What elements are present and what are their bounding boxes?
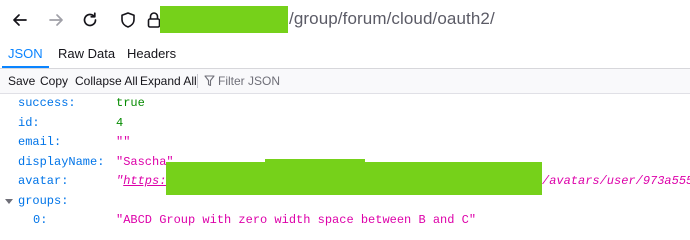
browser-toolbar: /group/forum/cloud/oauth2/ [0, 0, 690, 40]
tab-headers[interactable]: Headers [127, 40, 176, 67]
json-key: displayName: [18, 154, 105, 169]
json-value: 4 [116, 115, 124, 130]
filter-json-input[interactable] [218, 72, 418, 90]
avatar-link[interactable]: "https: [116, 172, 166, 192]
collapse-all-button[interactable]: Collapse All [75, 69, 138, 93]
json-key: email: [18, 135, 62, 149]
json-key: 0: [33, 213, 48, 227]
save-button[interactable]: Save [8, 69, 35, 93]
tab-json[interactable]: JSON [2, 40, 49, 68]
url-bar[interactable]: /group/forum/cloud/oauth2/ [160, 5, 495, 33]
toolbar-divider [197, 74, 198, 88]
url-path: /group/forum/cloud/oauth2/ [289, 9, 495, 28]
json-key: success: [18, 96, 76, 110]
expand-all-button[interactable]: Expand All [140, 69, 197, 93]
json-value: "" [116, 135, 131, 149]
copy-button[interactable]: Copy [40, 69, 68, 93]
json-value-scheme: https: [123, 174, 167, 188]
json-value: "Sascha" [116, 154, 174, 169]
json-value: "ABCD Group with zero width space betwee… [116, 213, 477, 227]
json-row-id: id: 4 [0, 114, 690, 134]
arrow-right-icon [49, 14, 63, 26]
json-row-groups-0: 0: "ABCD Group with zero width space bet… [0, 211, 690, 231]
forward-button[interactable] [44, 8, 68, 32]
expand-triangle-icon[interactable] [5, 198, 13, 204]
json-row-email: email: "" [0, 133, 690, 153]
json-row-success: success: true [0, 94, 690, 114]
json-key: groups: [18, 193, 69, 208]
tab-raw-data[interactable]: Raw Data [58, 40, 115, 67]
json-toolbar: Save Copy Collapse All Expand All [0, 69, 690, 94]
reload-button[interactable] [78, 8, 102, 32]
json-value-tail: /avatars/user/973a5558 [542, 174, 690, 188]
redacted-host [160, 5, 288, 33]
viewer-tabs: JSON Raw Data Headers [0, 40, 690, 69]
json-value: true [116, 96, 145, 110]
tracking-protection-button[interactable] [116, 8, 140, 32]
shield-icon [121, 12, 135, 28]
arrow-left-icon [13, 14, 27, 26]
json-key: avatar: [18, 174, 69, 188]
reload-icon [83, 12, 97, 27]
filter-icon [204, 75, 215, 87]
back-button[interactable] [8, 8, 32, 32]
redaction-block [166, 162, 542, 195]
json-key: id: [18, 115, 40, 130]
